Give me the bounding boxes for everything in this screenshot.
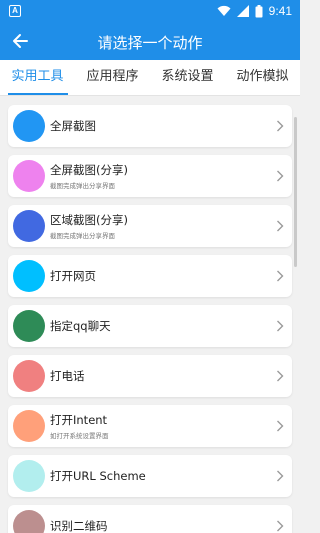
item-title: 全屏截图(分享) (50, 163, 128, 177)
list-item-scan-qr-code[interactable]: 识别二维码 (8, 505, 292, 533)
tab-label: 动作模拟 (236, 69, 289, 84)
item-color-dot (13, 110, 45, 142)
tab-bar: 实用工具 应用程序 系统设置 动作模拟 (0, 60, 300, 96)
clock: 9:41 (268, 4, 292, 18)
action-list[interactable]: 全屏截图 全屏截图(分享) 截图完成弹出分享界面 区域截图(分享) 截图完成弹出… (0, 97, 300, 533)
chevron-right-icon (277, 170, 284, 182)
item-title: 区域截图(分享) (50, 213, 128, 227)
chevron-right-icon (277, 520, 284, 532)
item-color-dot (13, 460, 45, 492)
chevron-right-icon (277, 370, 284, 382)
tab-indicator (7, 93, 68, 95)
chevron-right-icon (277, 120, 284, 132)
list-item-open-url-scheme[interactable]: 打开URL Scheme (8, 455, 292, 497)
tab-system-settings[interactable]: 系统设置 (150, 60, 225, 95)
list-item-region-screenshot-share[interactable]: 区域截图(分享) 截图完成弹出分享界面 (8, 205, 292, 247)
item-title: 打开Intent (50, 413, 108, 427)
chevron-right-icon (277, 420, 284, 432)
item-color-dot (13, 410, 45, 442)
item-color-dot (13, 260, 45, 292)
list-item-open-intent[interactable]: 打开Intent 如打开系统设置界面 (8, 405, 292, 447)
chevron-right-icon (277, 320, 284, 332)
list-item-phone-call[interactable]: 打电话 (8, 355, 292, 397)
item-description: 截图完成弹出分享界面 (50, 182, 115, 190)
app-bar: 请选择一个动作 (0, 22, 300, 60)
status-bar: A 9:41 (0, 0, 300, 22)
system-icons: 9:41 (217, 3, 292, 19)
item-description: 截图完成弹出分享界面 (50, 232, 115, 240)
battery-icon (255, 4, 263, 17)
list-item-fullscreen-screenshot-share[interactable]: 全屏截图(分享) 截图完成弹出分享界面 (8, 155, 292, 197)
item-title: 全屏截图 (50, 119, 96, 133)
wifi-icon (217, 5, 231, 16)
item-color-dot (13, 210, 45, 242)
item-color-dot (13, 310, 45, 342)
list-item-open-webpage[interactable]: 打开网页 (8, 255, 292, 297)
item-title: 打电话 (50, 369, 85, 383)
tab-action-simulation[interactable]: 动作模拟 (225, 60, 300, 95)
item-color-dot (13, 510, 45, 533)
item-title: 指定qq聊天 (50, 319, 111, 333)
item-title: 打开URL Scheme (50, 469, 146, 483)
tab-utilities[interactable]: 实用工具 (0, 60, 75, 95)
item-color-dot (13, 360, 45, 392)
item-title: 识别二维码 (50, 519, 108, 533)
tab-label: 实用工具 (11, 69, 64, 84)
chevron-right-icon (277, 470, 284, 482)
list-item-qq-chat[interactable]: 指定qq聊天 (8, 305, 292, 347)
page-title: 请选择一个动作 (97, 34, 203, 52)
item-description: 如打开系统设置界面 (50, 432, 109, 440)
chevron-right-icon (277, 220, 284, 232)
chevron-right-icon (277, 270, 284, 282)
item-title: 打开网页 (50, 269, 96, 283)
signal-icon (236, 5, 249, 17)
scrollbar[interactable] (294, 117, 297, 267)
tab-label: 应用程序 (86, 69, 139, 84)
item-color-dot (13, 160, 45, 192)
list-item-fullscreen-screenshot[interactable]: 全屏截图 (8, 105, 292, 147)
notification-badge-icon: A (9, 5, 21, 17)
tab-applications[interactable]: 应用程序 (75, 60, 150, 95)
tab-label: 系统设置 (161, 69, 214, 84)
